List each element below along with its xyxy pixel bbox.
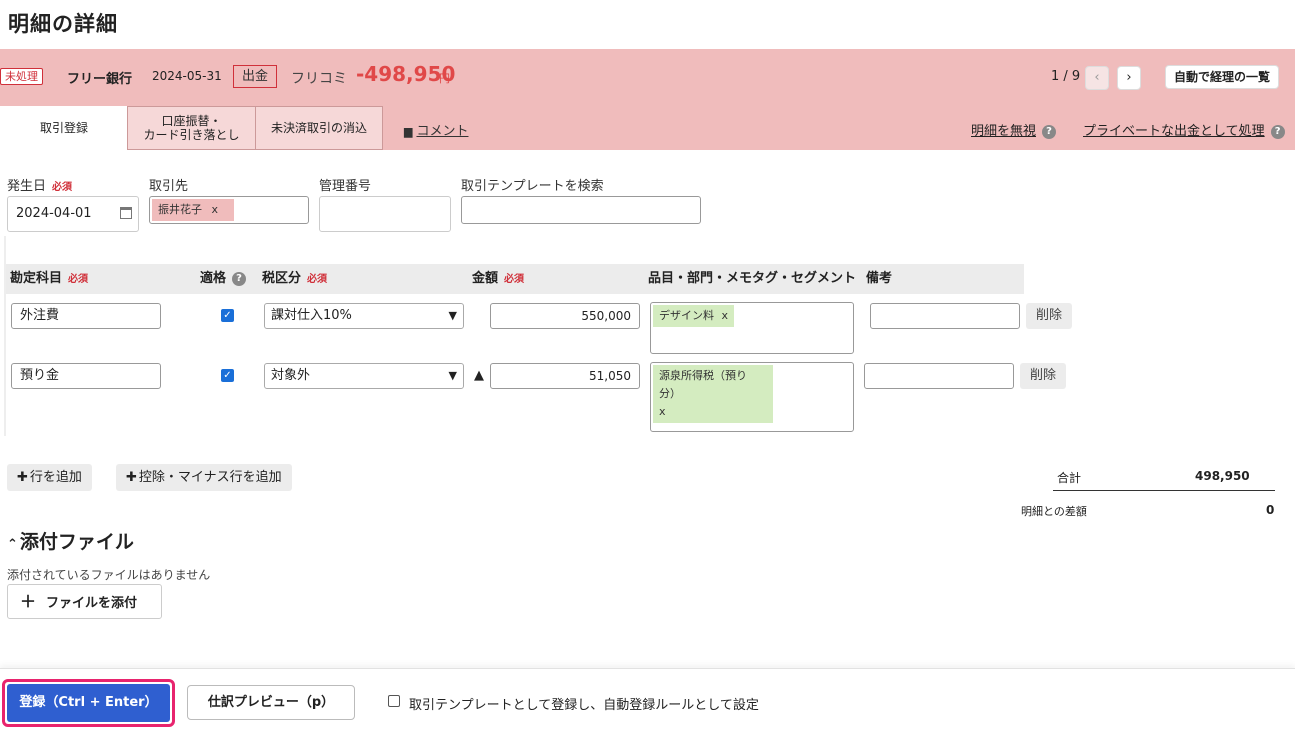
template-search-label: 取引テンプレートを検索 [461, 179, 604, 194]
mgmt-number-label: 管理番号 [319, 179, 372, 194]
header-amount: 金額 必須 [468, 264, 644, 294]
tax-value: 課対仕入10% [271, 308, 352, 323]
account-input[interactable]: 外注費 [11, 303, 161, 329]
amount-input[interactable]: 51,050 [490, 363, 640, 389]
currency-unit: 円 [439, 72, 450, 85]
check-icon: ✓ [223, 370, 232, 381]
attachments-empty-text: 添付されているファイルはありません [7, 568, 211, 582]
add-row-button[interactable]: ✚ 行を追加 [7, 464, 92, 491]
tax-select[interactable]: 課対仕入10% ▼ [264, 303, 464, 329]
date-label: 発生日 必須 [7, 179, 73, 194]
item-tag: 源泉所得税（預り分） x [653, 365, 773, 423]
bank-name: フリー銀行 [67, 72, 133, 87]
item-tag: デザイン料 x [653, 305, 735, 327]
required-mark: 必須 [68, 274, 89, 285]
private-expense-link[interactable]: プライベートな出金として処理? [1083, 120, 1285, 139]
attachments-title[interactable]: ⌃ 添付ファイル [7, 527, 134, 554]
template-search-input[interactable] [461, 196, 701, 224]
tab-register-transaction[interactable]: 取引登録 [0, 106, 128, 150]
comment-label: コメント [416, 124, 469, 139]
plus-icon: ＋ [20, 592, 37, 611]
ignore-statement-link[interactable]: 明細を無視? [971, 120, 1057, 139]
tab-label: 取引登録 [39, 121, 88, 135]
register-button-label: 登録（Ctrl + Enter） [7, 684, 170, 722]
tab-reconcile[interactable]: 未決済取引の消込 [255, 106, 383, 150]
add-minus-row-label: 控除・マイナス行を追加 [138, 470, 282, 485]
comment-icon: ▆ [404, 125, 413, 138]
header-note: 備考 [862, 264, 1024, 294]
help-icon[interactable]: ? [1042, 124, 1057, 139]
mgmt-number-input[interactable] [319, 196, 451, 232]
check-icon: ✓ [223, 310, 232, 321]
date-input[interactable]: 2024-04-01 [7, 196, 139, 232]
total-divider [1053, 490, 1275, 491]
tax-select[interactable]: 対象外 ▼ [264, 363, 464, 389]
payee-description: フリコミ [291, 71, 347, 87]
page-title: 明細の詳細 [8, 12, 118, 36]
remove-tag-icon[interactable]: x [659, 405, 666, 418]
header-qualified: 適格? [196, 264, 258, 294]
add-attachment-label: ファイルを添付 [46, 596, 138, 611]
statement-date: 2024-05-31 [152, 69, 222, 83]
total-label: 合計 [1057, 471, 1082, 485]
chevron-right-icon: › [1126, 70, 1132, 85]
note-input[interactable] [870, 303, 1020, 329]
total-value: 498,950 [1195, 469, 1250, 483]
template-rule-label: 取引テンプレートとして登録し、自動登録ルールとして設定 [409, 698, 759, 713]
qualified-checkbox[interactable]: ✓ [221, 369, 234, 382]
help-icon[interactable]: ? [1270, 124, 1285, 139]
required-mark: 必須 [504, 274, 525, 285]
plus-icon: ✚ [17, 470, 28, 485]
ignore-label: 明細を無視 [971, 124, 1037, 139]
header-account: 勘定科目 必須 [6, 264, 196, 294]
qualified-checkbox[interactable]: ✓ [221, 309, 234, 322]
chevron-down-icon: ▼ [448, 309, 457, 322]
chevron-down-icon: ▼ [448, 369, 457, 382]
header-items: 品目・部門・メモタグ・セグメント [644, 264, 862, 294]
tab-label: 口座振替・ カード引き落とし [143, 114, 240, 142]
items-tag-input[interactable]: 源泉所得税（預り分） x [650, 362, 854, 432]
add-row-label: 行を追加 [29, 470, 82, 485]
amount-input[interactable]: 550,000 [490, 303, 640, 329]
chevron-up-icon: ⌃ [7, 537, 18, 552]
plus-icon: ✚ [126, 470, 137, 485]
diff-value: 0 [1266, 503, 1275, 517]
header-tax: 税区分 必須 [258, 264, 468, 294]
template-rule-checkbox[interactable] [388, 695, 400, 707]
calendar-icon[interactable] [120, 207, 132, 219]
help-icon[interactable]: ? [232, 271, 247, 286]
tab-transfer-card[interactable]: 口座振替・ カード引き落とし [127, 106, 256, 150]
date-value: 2024-04-01 [16, 206, 92, 221]
status-badge: 未処理 [0, 68, 43, 85]
note-input[interactable] [864, 363, 1014, 389]
remove-tag-icon[interactable]: x [212, 203, 219, 216]
delete-row-button[interactable]: 削除 [1026, 303, 1073, 329]
add-minus-row-button[interactable]: ✚ 控除・マイナス行を追加 [116, 464, 292, 491]
pager-count: 1 / 9 [1051, 69, 1081, 84]
private-label: プライベートな出金として処理 [1083, 124, 1265, 139]
diff-label: 明細との差額 [1021, 505, 1087, 518]
add-attachment-button[interactable]: ＋ ファイルを添付 [7, 584, 162, 619]
partner-input[interactable]: 振井花子 x [149, 196, 309, 224]
register-button[interactable]: 登録（Ctrl + Enter） [2, 679, 175, 727]
items-tag-input[interactable]: デザイン料 x [650, 302, 854, 354]
prev-statement-button[interactable]: ‹ [1085, 66, 1109, 90]
auto-accounting-list-button[interactable]: 自動で経理の一覧 [1165, 65, 1280, 89]
account-input[interactable]: 預り金 [11, 363, 161, 389]
chevron-left-icon: ‹ [1094, 70, 1100, 85]
tax-value: 対象外 [271, 368, 311, 383]
partner-tag: 振井花子 x [152, 199, 235, 221]
remove-tag-icon[interactable]: x [722, 309, 729, 322]
delete-row-button[interactable]: 削除 [1020, 363, 1067, 389]
required-mark: 必須 [307, 274, 328, 285]
partner-label: 取引先 [149, 179, 189, 194]
next-statement-button[interactable]: › [1117, 66, 1141, 90]
minus-marker: ▲ [474, 368, 484, 383]
tab-label: 未決済取引の消込 [270, 121, 367, 135]
direction-badge: 出金 [233, 65, 278, 88]
comment-link[interactable]: ▆ コメント [404, 120, 468, 139]
preview-button[interactable]: 仕訳プレビュー（p） [187, 685, 355, 720]
required-mark: 必須 [52, 182, 73, 193]
